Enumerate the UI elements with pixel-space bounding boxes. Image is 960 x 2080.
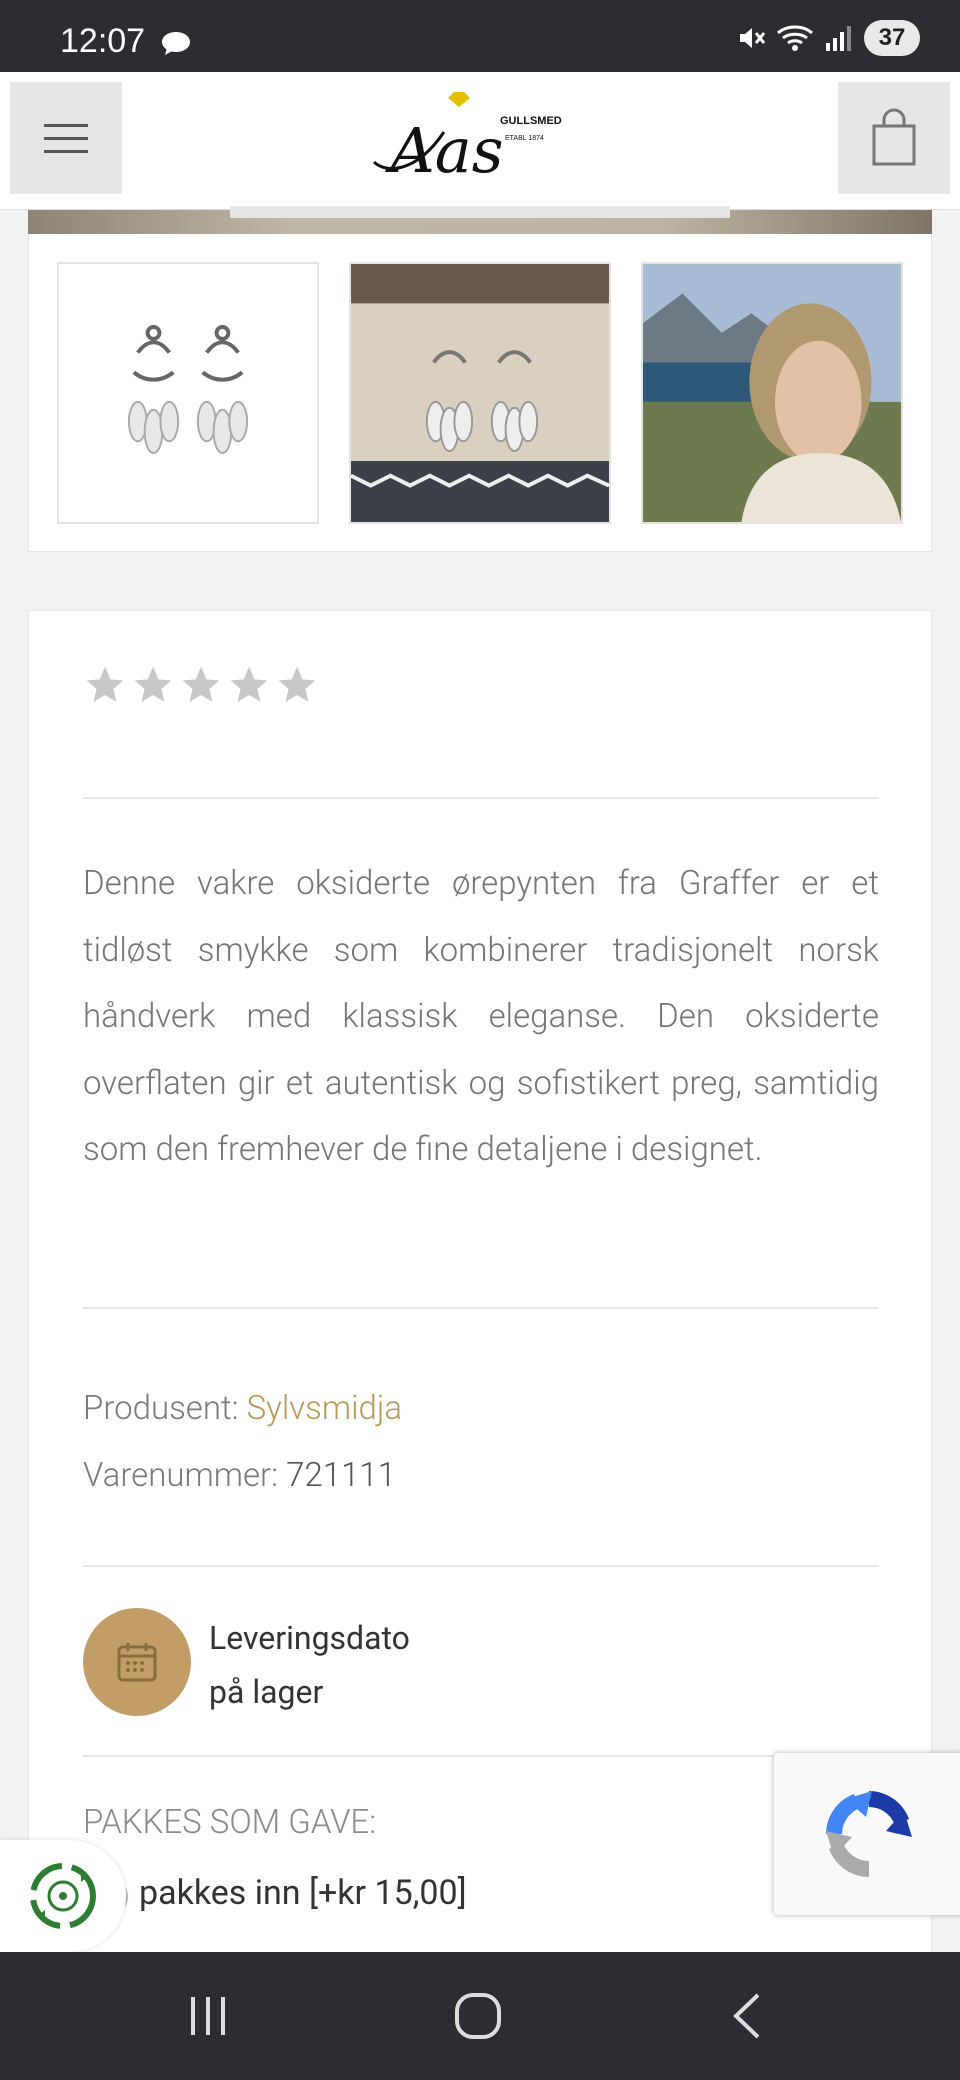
- divider: [83, 1307, 879, 1309]
- recent-apps-icon: [191, 1997, 225, 2035]
- delivery-status: på lager: [209, 1673, 324, 1711]
- carousel-overlay: [230, 206, 730, 218]
- sku-row: Varenummer: 721111: [83, 1456, 396, 1495]
- product-description: Denne vakre oksiderte ørepynten fra Graf…: [83, 864, 879, 1169]
- menu-line-icon: [44, 123, 88, 127]
- delivery-info: Leveringsdato på lager: [209, 1611, 410, 1719]
- thumbnail-earrings-textile[interactable]: [349, 262, 611, 524]
- thumbnail-earrings-white[interactable]: [57, 262, 319, 524]
- menu-line-icon: [44, 136, 88, 140]
- brand-est: ETABL 1874: [505, 135, 544, 142]
- thumbnail-gallery: [28, 234, 932, 552]
- menu-line-icon: [44, 149, 88, 153]
- recaptcha-icon: [826, 1791, 912, 1877]
- home-button[interactable]: [448, 1986, 508, 2046]
- recent-apps-button[interactable]: [178, 1986, 238, 2046]
- signal-icon: [826, 26, 851, 51]
- chat-bubble-icon: [160, 30, 192, 56]
- producer-label: Produsent:: [83, 1389, 239, 1428]
- recycle-icon: [30, 1863, 96, 1929]
- wifi-icon: [777, 25, 813, 51]
- thumbnail-model-wearing[interactable]: [641, 262, 903, 524]
- producer-row: Produsent: Sylvsmidja: [83, 1389, 402, 1428]
- sku-label: Varenummer:: [83, 1456, 279, 1495]
- brand-sub: GULLSMED: [500, 115, 562, 127]
- star-icon: [86, 666, 124, 702]
- mute-icon: [740, 28, 766, 48]
- site-logo[interactable]: Aas GULLSMED ETABL 1874: [370, 92, 590, 192]
- site-header: Aas GULLSMED ETABL 1874: [0, 72, 960, 210]
- gift-wrap-title: PAKKES SOM GAVE:: [83, 1803, 377, 1842]
- gift-wrap-option-label[interactable]: pakkes inn [+kr 15,00]: [139, 1873, 467, 1913]
- status-time: 12:07: [60, 22, 146, 60]
- back-icon: [733, 1993, 760, 2039]
- svg-text:Aas: Aas: [385, 114, 504, 187]
- calendar-icon: [83, 1608, 191, 1716]
- star-icon: [182, 666, 220, 702]
- shopping-bag-icon: [872, 108, 916, 166]
- back-button[interactable]: [718, 1986, 778, 2046]
- divider: [83, 1755, 879, 1757]
- hamburger-menu-button[interactable]: [10, 82, 122, 194]
- producer-link[interactable]: Sylvsmidja: [247, 1389, 403, 1428]
- recaptcha-badge[interactable]: [774, 1753, 960, 1915]
- star-icon: [278, 666, 316, 702]
- cart-button[interactable]: [838, 82, 950, 194]
- sku-value: 721111: [286, 1456, 396, 1495]
- status-icons: 37: [736, 20, 920, 56]
- star-icon: [134, 666, 172, 702]
- battery-indicator: 37: [864, 20, 920, 56]
- system-nav-bar: [0, 1952, 960, 2080]
- star-icon: [230, 666, 268, 702]
- delivery-title: Leveringsdato: [209, 1619, 410, 1657]
- divider: [83, 1565, 879, 1567]
- home-icon: [455, 1993, 501, 2039]
- rating-stars[interactable]: [83, 663, 319, 707]
- status-bar: 12:07 37: [0, 0, 960, 72]
- divider: [83, 797, 879, 799]
- eco-badge[interactable]: [0, 1840, 126, 1952]
